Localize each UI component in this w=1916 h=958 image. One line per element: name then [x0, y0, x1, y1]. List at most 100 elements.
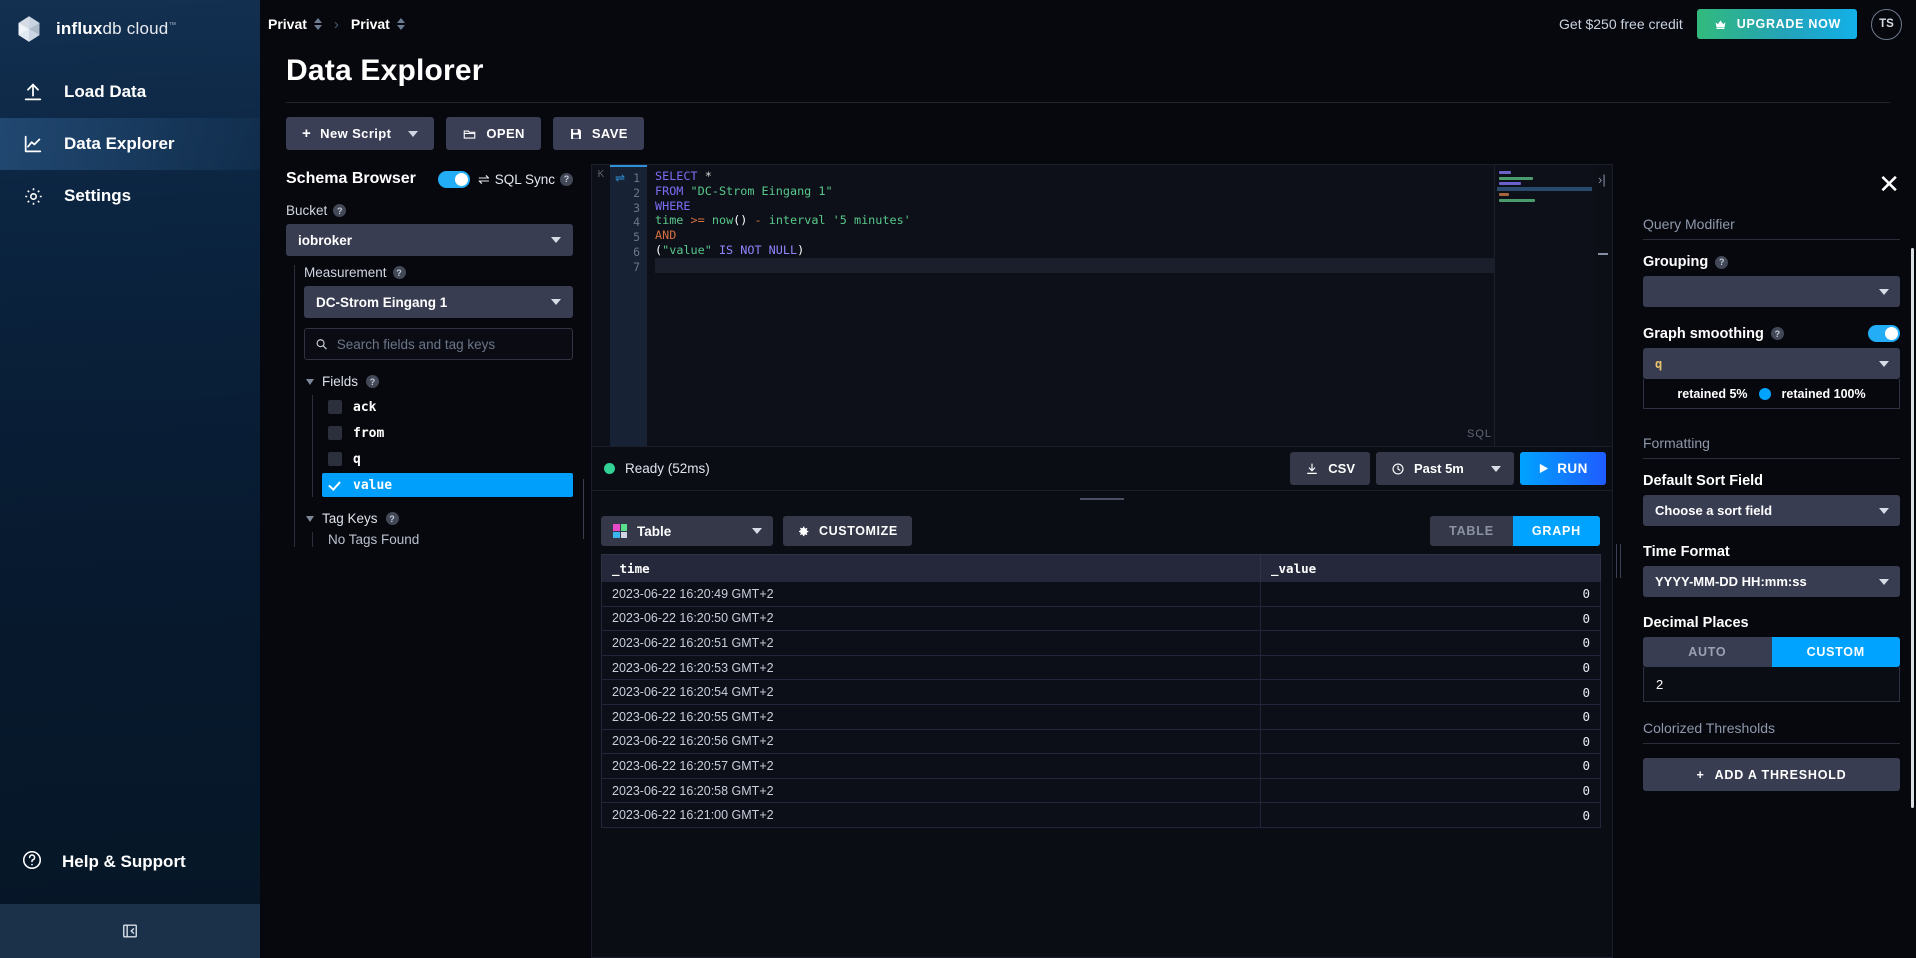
chevron-down-icon — [1879, 507, 1889, 514]
question-circle-icon — [21, 849, 43, 876]
help-tooltip-icon[interactable]: ? — [333, 204, 347, 217]
decimal-auto-option[interactable]: AUTO — [1643, 637, 1772, 667]
add-threshold-label: ADD A THRESHOLD — [1714, 767, 1847, 782]
minimize-icon[interactable] — [1598, 253, 1608, 255]
decimal-custom-option[interactable]: CUSTOM — [1771, 637, 1900, 667]
query-modifier-title: Query Modifier — [1643, 216, 1900, 240]
script-toolbar: + New Script OPEN SAVE — [260, 103, 1916, 164]
run-query-button[interactable]: RUN — [1520, 452, 1606, 485]
editor-shortcut-hint: K — [592, 165, 610, 446]
new-script-button[interactable]: + New Script — [286, 117, 435, 150]
search-input[interactable] — [336, 336, 562, 352]
sidebar-item-load-data[interactable]: Load Data — [0, 66, 260, 118]
sql-sync-label-wrap: ⇌ SQL Sync ? — [478, 171, 573, 188]
cell-time: 2023-06-22 16:20:50 GMT+2 — [601, 605, 1261, 632]
schema-browser-header: Schema Browser ⇌ SQL Sync ? — [286, 164, 573, 194]
table-column-header[interactable]: _value — [1260, 554, 1601, 582]
cell-time: 2023-06-22 16:20:57 GMT+2 — [601, 753, 1261, 779]
help-tooltip-icon[interactable]: ? — [560, 172, 573, 186]
brand-logo[interactable]: influxdb cloud™ — [0, 0, 260, 58]
search-icon — [316, 339, 327, 350]
tab-table[interactable]: TABLE — [1430, 516, 1513, 546]
chevron-right-icon[interactable]: ›| — [1598, 172, 1606, 187]
bucket-label: Bucket — [286, 203, 328, 218]
cell-time: 2023-06-22 16:20:58 GMT+2 — [601, 777, 1261, 804]
avatar[interactable]: TS — [1871, 8, 1902, 40]
collapse-sidebar-button[interactable] — [0, 904, 260, 958]
table-column-header[interactable]: _time — [601, 554, 1261, 582]
default-sort-value: Choose a sort field — [1655, 503, 1773, 518]
download-csv-button[interactable]: CSV — [1290, 452, 1370, 485]
checkbox-icon[interactable] — [328, 400, 342, 414]
breadcrumb-bucket[interactable]: Privat — [351, 16, 405, 32]
open-label: OPEN — [486, 126, 525, 141]
checkbox-icon[interactable] — [328, 452, 342, 466]
graph-smoothing-toggle[interactable] — [1868, 325, 1900, 342]
sql-code-area[interactable]: SELECT * FROM "DC-Strom Eingang 1" WHERE ti… — [647, 165, 1494, 446]
brand-text: influxdb cloud™ — [56, 19, 177, 39]
bucket-dropdown[interactable]: iobroker — [286, 224, 573, 256]
code-token: - — [754, 213, 762, 228]
field-item-q[interactable]: q — [322, 447, 573, 471]
smoothing-field-dropdown[interactable]: q — [1643, 348, 1900, 379]
checkbox-icon[interactable] — [328, 478, 342, 492]
schema-search-box[interactable] — [304, 328, 573, 360]
field-label: from — [353, 425, 385, 441]
save-script-button[interactable]: SAVE — [552, 117, 644, 150]
visualization-type-dropdown[interactable]: Table — [601, 516, 773, 546]
sql-editor: K ⇌ 1234567 SELECT * FROM "DC-Strom Einga… — [591, 164, 1613, 491]
sidebar-item-help-support[interactable]: Help & Support — [0, 838, 260, 886]
time-format-dropdown[interactable]: YYYY-MM-DD HH:mm:ss — [1643, 566, 1900, 597]
app-root: influxdb cloud™ Load Data Data Explorer — [0, 0, 1916, 958]
decimal-places-input[interactable]: 2 — [1643, 667, 1900, 702]
right-panel-resize-handle[interactable] — [1613, 164, 1623, 958]
help-tooltip-icon[interactable]: ? — [392, 266, 406, 279]
options-panel-scrollbar[interactable] — [1911, 248, 1914, 808]
folder-open-icon — [464, 130, 476, 139]
cell-value: 0 — [1260, 703, 1601, 730]
tab-graph[interactable]: GRAPH — [1512, 516, 1600, 546]
grouping-dropdown[interactable] — [1643, 276, 1900, 307]
help-tooltip-icon[interactable]: ? — [385, 512, 399, 525]
measurement-dropdown[interactable]: DC-Strom Eingang 1 — [304, 286, 573, 318]
retained-slider-handle[interactable] — [1758, 387, 1771, 400]
editor-minimap[interactable] — [1494, 165, 1594, 446]
add-threshold-button[interactable]: + ADD A THRESHOLD — [1643, 758, 1900, 791]
customize-button[interactable]: CUSTOMIZE — [783, 516, 912, 546]
fields-group-header[interactable]: Fields ? — [306, 374, 573, 389]
query-status-bar: Ready (52ms) CSV Past 5m RUN — [592, 446, 1612, 490]
time-range-dropdown[interactable]: Past 5m — [1376, 452, 1514, 485]
colorized-thresholds-title: Colorized Thresholds — [1643, 720, 1900, 744]
grouping-label-wrap: Grouping ? — [1643, 254, 1900, 270]
cell-time: 2023-06-22 16:20:51 GMT+2 — [601, 630, 1261, 656]
results-table-wrapper[interactable]: _time _value 2023-06-22 16:20:49 GMT+2 0 20… — [592, 554, 1612, 957]
checkbox-icon[interactable] — [328, 426, 342, 440]
field-item-from[interactable]: from — [322, 421, 573, 445]
cell-value: 0 — [1260, 777, 1601, 804]
help-tooltip-icon[interactable]: ? — [1715, 255, 1729, 269]
default-sort-dropdown[interactable]: Choose a sort field — [1643, 495, 1900, 526]
help-tooltip-icon[interactable]: ? — [1770, 327, 1784, 340]
tag-keys-group-header[interactable]: Tag Keys ? — [306, 511, 573, 526]
breadcrumb-org[interactable]: Privat — [268, 16, 322, 32]
open-script-button[interactable]: OPEN — [446, 117, 541, 150]
sidebar-item-settings[interactable]: Settings — [0, 170, 260, 222]
field-item-value[interactable]: value — [322, 473, 573, 497]
sql-editor-body: K ⇌ 1234567 SELECT * FROM "DC-Strom Einga… — [592, 165, 1612, 446]
sidebar-item-data-explorer[interactable]: Data Explorer — [0, 118, 260, 170]
schema-panel-resize-handle[interactable] — [583, 479, 587, 539]
customize-label: CUSTOMIZE — [819, 524, 898, 538]
horizontal-resize-handle[interactable] — [591, 491, 1613, 507]
sync-arrows-icon[interactable]: ⇌ — [615, 171, 625, 186]
table-header-row: _time _value — [601, 554, 1601, 582]
field-item-ack[interactable]: ack — [322, 395, 573, 419]
close-panel-button[interactable]: ✕ — [1878, 171, 1900, 197]
default-sort-label: Default Sort Field — [1643, 473, 1764, 489]
sql-sync-toggle[interactable] — [437, 170, 470, 188]
code-line: AND — [655, 228, 1494, 243]
tag-keys-label: Tag Keys — [322, 511, 378, 526]
help-tooltip-icon[interactable]: ? — [366, 375, 380, 388]
code-token: () — [733, 213, 748, 228]
upgrade-now-button[interactable]: UPGRADE NOW — [1696, 9, 1857, 39]
